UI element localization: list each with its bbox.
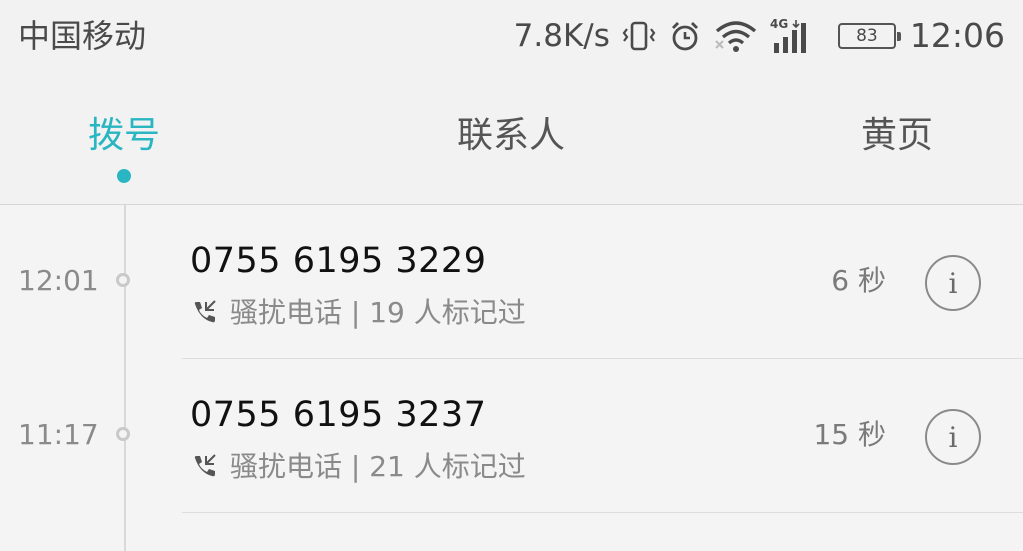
status-bar: 中国移动 7.8K/s 4G 83 12:06 (0, 0, 1023, 72)
battery-icon: 83 (837, 23, 901, 49)
carrier-name: 中国移动 (18, 17, 147, 55)
tab-contacts[interactable]: 联系人 (431, 108, 591, 164)
divider (182, 512, 1023, 513)
call-duration: 6 秒 (831, 264, 886, 297)
call-tag: 骚扰电话 | 21 人标记过 (190, 447, 526, 487)
spam-mark-text: 骚扰电话 | 19 人标记过 (230, 296, 526, 329)
network-speed: 7.8K/s (513, 18, 610, 54)
call-duration: 15 秒 (813, 418, 886, 451)
timeline-node (116, 273, 130, 287)
call-log-item[interactable]: 11:17 0755 6195 3237 骚扰电话 | 21 人标记过 15 秒… (0, 359, 1023, 513)
tab-yellow-pages[interactable]: 黄页 (837, 108, 957, 164)
timeline-node (116, 427, 130, 441)
clock: 12:06 (909, 16, 1005, 55)
phone-number: 0755 6195 3237 (190, 395, 487, 435)
tab-bar: 拨号 联系人 黄页 (0, 72, 1023, 205)
status-icons: 7.8K/s 4G 83 12:06 (514, 14, 1005, 58)
call-time: 11:17 (18, 418, 99, 451)
active-tab-indicator (117, 169, 131, 183)
signal-icon: 4G (770, 17, 814, 55)
info-icon[interactable]: i (925, 409, 981, 465)
spam-mark-text: 骚扰电话 | 21 人标记过 (230, 450, 526, 483)
incoming-call-icon (190, 298, 220, 328)
call-time: 12:01 (18, 264, 99, 297)
tab-dial[interactable]: 拨号 (64, 108, 184, 164)
wifi-icon (714, 19, 758, 53)
network-type-label: 4G (770, 17, 788, 31)
alarm-icon (668, 19, 702, 53)
battery-level: 83 (856, 26, 878, 46)
info-icon[interactable]: i (925, 255, 981, 311)
phone-number: 0755 6195 3229 (190, 241, 487, 281)
call-tag: 骚扰电话 | 19 人标记过 (190, 293, 526, 333)
incoming-call-icon (190, 452, 220, 482)
call-log-item[interactable]: 12:01 0755 6195 3229 骚扰电话 | 19 人标记过 6 秒 … (0, 205, 1023, 359)
vibrate-icon (622, 19, 656, 53)
